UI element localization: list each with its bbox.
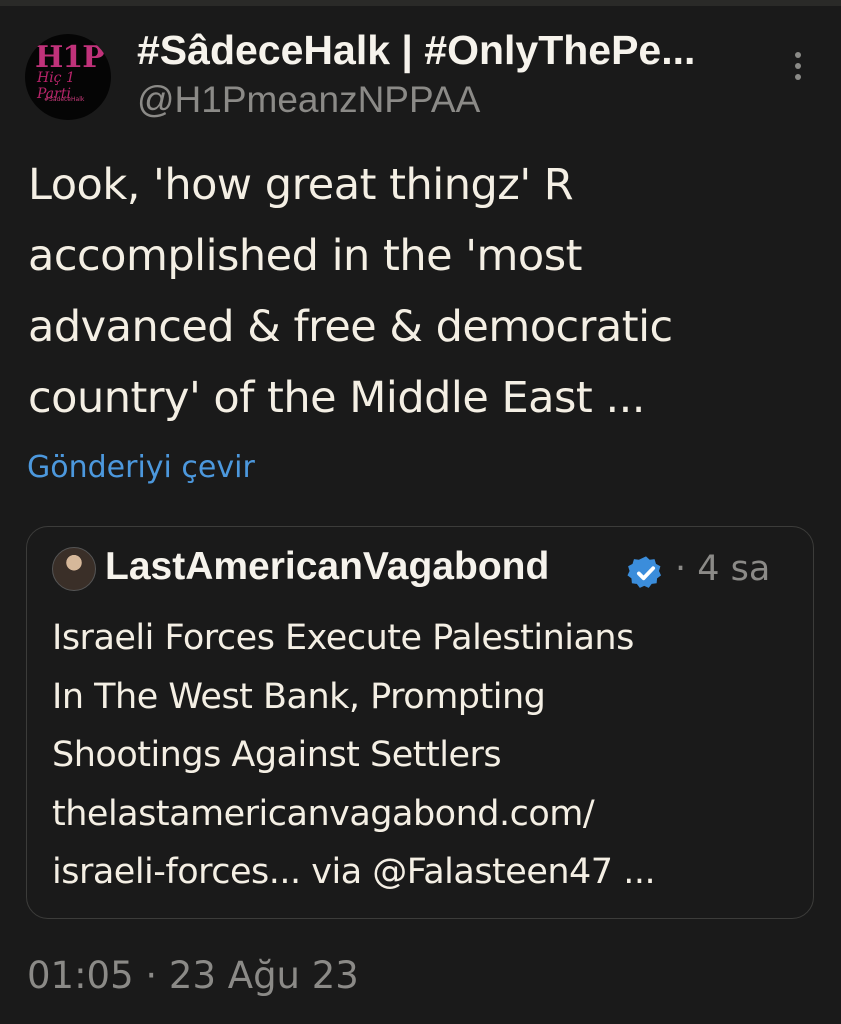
quoted-tweet-card[interactable]: LastAmericanVagabond · 4 sa Israeli Forc… <box>26 526 814 919</box>
verified-badge-icon <box>627 556 662 588</box>
quoted-tweet-time: · 4 sa <box>675 549 771 589</box>
tweet-timestamp[interactable]: 01:05 · 23 Ağu 23 <box>27 954 359 997</box>
translate-post-link[interactable]: Gönderiyi çevir <box>27 450 255 485</box>
more-vertical-icon[interactable] <box>788 52 808 86</box>
tweet-text: Look, 'how great thingz' R accomplished … <box>28 160 673 423</box>
author-display-name[interactable]: #SâdeceHalk | #OnlyThePe... <box>137 27 767 74</box>
quoted-tweet-text: Israeli Forces Execute Palestinians In T… <box>52 618 656 892</box>
quoted-author-avatar <box>52 547 96 591</box>
quoted-author-name: LastAmericanVagabond <box>105 545 550 588</box>
top-divider <box>0 0 841 6</box>
avatar-tag-text: #SâdeceHalk <box>44 96 85 103</box>
author-handle[interactable]: @H1PmeanzNPPAA <box>137 79 480 121</box>
author-avatar[interactable]: H1P Hiç 1 Parti #SâdeceHalk <box>25 34 111 120</box>
